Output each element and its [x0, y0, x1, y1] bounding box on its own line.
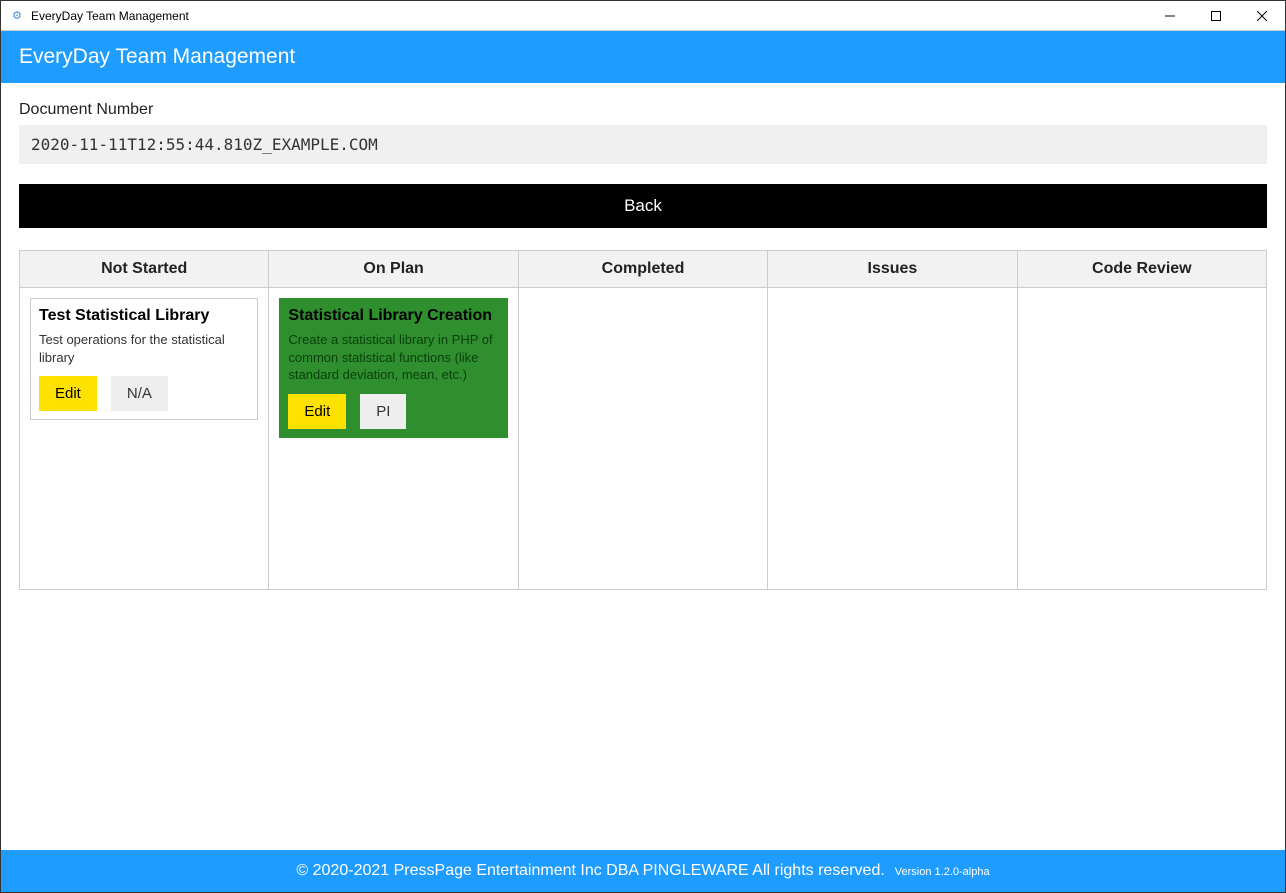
maximize-icon: [1211, 11, 1221, 21]
column-header: Issues: [768, 251, 1016, 288]
close-icon: [1257, 11, 1267, 21]
na-button[interactable]: N/A: [111, 376, 168, 411]
column-header: Completed: [519, 251, 767, 288]
column-completed: Completed: [519, 251, 768, 589]
card-description: Create a statistical library in PHP of c…: [288, 331, 498, 384]
footer: © 2020-2021 PressPage Entertainment Inc …: [1, 850, 1285, 892]
edit-button[interactable]: Edit: [39, 376, 97, 411]
column-on-plan: On Plan Statistical Library Creation Cre…: [269, 251, 518, 589]
app-icon: ⚙: [9, 8, 25, 24]
column-body: Statistical Library Creation Create a st…: [269, 288, 517, 589]
column-header: On Plan: [269, 251, 517, 288]
task-card[interactable]: Statistical Library Creation Create a st…: [279, 298, 507, 438]
pi-button[interactable]: PI: [360, 394, 406, 429]
column-code-review: Code Review: [1018, 251, 1266, 589]
column-header: Not Started: [20, 251, 268, 288]
window-controls: [1147, 1, 1285, 30]
column-body: [519, 288, 767, 589]
document-number-input[interactable]: [19, 125, 1267, 164]
card-actions: Edit N/A: [39, 376, 249, 411]
card-actions: Edit PI: [288, 394, 498, 429]
column-header: Code Review: [1018, 251, 1266, 288]
close-button[interactable]: [1239, 1, 1285, 30]
card-description: Test operations for the statistical libr…: [39, 331, 249, 366]
column-issues: Issues: [768, 251, 1017, 589]
column-body: [768, 288, 1016, 589]
card-title: Test Statistical Library: [39, 307, 249, 325]
window-titlebar: ⚙ EveryDay Team Management: [1, 1, 1285, 31]
app-title: EveryDay Team Management: [19, 45, 295, 68]
footer-copyright: © 2020-2021 PressPage Entertainment Inc …: [296, 862, 884, 880]
edit-button[interactable]: Edit: [288, 394, 346, 429]
kanban-board: Not Started Test Statistical Library Tes…: [19, 250, 1267, 590]
column-body: Test Statistical Library Test operations…: [20, 288, 268, 589]
card-title: Statistical Library Creation: [288, 307, 498, 325]
app-header: EveryDay Team Management: [1, 31, 1285, 83]
column-body: [1018, 288, 1266, 589]
minimize-button[interactable]: [1147, 1, 1193, 30]
main-content: Document Number Back Not Started Test St…: [1, 83, 1285, 850]
document-number-label: Document Number: [19, 101, 1267, 119]
minimize-icon: [1165, 11, 1175, 21]
titlebar-left: ⚙ EveryDay Team Management: [9, 8, 189, 24]
footer-version: Version 1.2.0-alpha: [895, 866, 990, 878]
maximize-button[interactable]: [1193, 1, 1239, 30]
window-title: EveryDay Team Management: [31, 9, 189, 23]
task-card[interactable]: Test Statistical Library Test operations…: [30, 298, 258, 420]
column-not-started: Not Started Test Statistical Library Tes…: [20, 251, 269, 589]
back-button[interactable]: Back: [19, 184, 1267, 228]
